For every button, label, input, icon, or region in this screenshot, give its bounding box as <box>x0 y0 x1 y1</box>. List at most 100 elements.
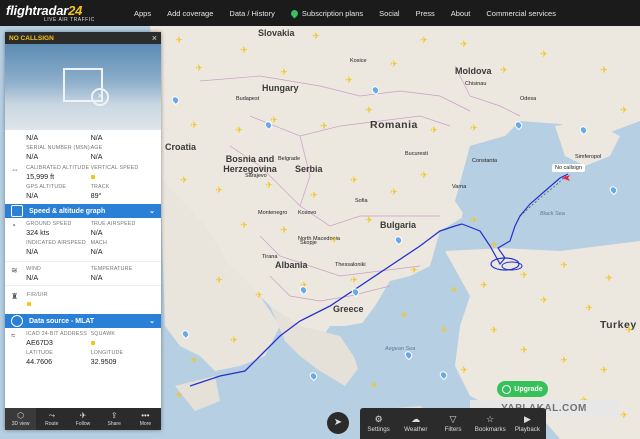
3d-view-button[interactable]: ⬡ 3D view <box>5 408 37 430</box>
nav-data-history[interactable]: Data / History <box>229 9 274 18</box>
aircraft-icon[interactable]: ✈ <box>320 122 328 131</box>
aircraft-icon[interactable]: ✈ <box>280 226 288 235</box>
share-button[interactable]: ⇪ Share <box>99 408 130 430</box>
nav-about[interactable]: About <box>451 9 471 18</box>
flightradar24-logo[interactable]: flightradar24 LIVE AIR TRAFFIC <box>6 4 106 23</box>
aircraft-icon[interactable]: ✈ <box>330 236 338 245</box>
aircraft-icon[interactable]: ✈ <box>490 241 498 250</box>
icao-address-value: AE67D3 <box>26 338 53 347</box>
filters-button[interactable]: ▽ Filters <box>434 408 471 439</box>
nav-apps[interactable]: Apps <box>134 9 151 18</box>
follow-button[interactable]: ✈ Follow <box>67 408 98 430</box>
icao-address-label: ICAO 24-BIT ADDRESS <box>26 331 87 337</box>
aircraft-icon[interactable]: ✈ <box>500 66 508 75</box>
aircraft-icon[interactable]: ✈ <box>280 68 288 77</box>
map-label-city: Belgrade <box>278 156 301 162</box>
aircraft-icon[interactable]: ✈ <box>420 36 428 45</box>
route-icon: ⤳ <box>48 411 55 420</box>
aircraft-photo-placeholder[interactable]: × <box>5 44 161 130</box>
track-value: 89° <box>90 191 102 200</box>
aircraft-icon[interactable]: ✈ <box>240 221 248 230</box>
wind-icon: ≋ <box>11 266 18 275</box>
aircraft-icon[interactable]: ✈ <box>620 411 628 420</box>
aircraft-icon[interactable]: ✈ <box>420 171 428 180</box>
aircraft-icon[interactable]: ✈ <box>240 46 248 55</box>
aircraft-icon[interactable]: ✈ <box>175 391 183 400</box>
longitude-value: 32.9509 <box>90 357 117 366</box>
aircraft-icon[interactable]: ✈ <box>585 304 593 313</box>
aircraft-icon[interactable]: ✈ <box>215 276 223 285</box>
aircraft-icon[interactable]: ✈ <box>605 274 613 283</box>
route-button[interactable]: ⤳ Route <box>36 408 67 430</box>
aircraft-icon[interactable]: ✈ <box>345 76 353 85</box>
aircraft-icon[interactable]: ✈ <box>190 356 198 365</box>
aircraft-icon[interactable]: ✈ <box>460 40 468 49</box>
aircraft-icon[interactable]: ✈ <box>390 60 398 69</box>
nav-press[interactable]: Press <box>416 9 435 18</box>
lock-icon <box>27 302 31 306</box>
aircraft-icon[interactable]: ✈ <box>215 186 223 195</box>
aircraft-icon[interactable]: ✈ <box>450 286 458 295</box>
nav-social[interactable]: Social <box>379 9 399 18</box>
aircraft-icon[interactable]: ✈ <box>600 66 608 75</box>
nav-add-coverage[interactable]: Add coverage <box>167 9 213 18</box>
true-airspeed-label: TRUE AIRSPEED <box>90 221 136 227</box>
aircraft-icon[interactable]: ✈ <box>540 50 548 59</box>
aircraft-icon[interactable]: ✈ <box>312 32 320 41</box>
aircraft-icon[interactable]: ✈ <box>370 381 378 390</box>
map-label-city: Tirana <box>262 254 278 260</box>
aircraft-icon[interactable]: ✈ <box>520 271 528 280</box>
aircraft-icon[interactable]: ✈ <box>540 296 548 305</box>
aircraft-icon[interactable]: ✈ <box>490 326 498 335</box>
filter-icon: ▽ <box>449 414 457 424</box>
aircraft-icon[interactable]: ✈ <box>480 281 488 290</box>
map-label-city: Budapest <box>236 96 260 102</box>
aircraft-icon[interactable]: ✈ <box>410 266 418 275</box>
aircraft-icon[interactable]: ✈ <box>350 276 358 285</box>
aircraft-icon[interactable]: ✈ <box>620 106 628 115</box>
aircraft-icon[interactable]: ✈ <box>365 106 373 115</box>
settings-button[interactable]: ⚙ Settings <box>360 408 397 439</box>
aircraft-icon[interactable]: ✈ <box>470 216 478 225</box>
aircraft-icon[interactable]: ✈ <box>460 366 468 375</box>
close-icon[interactable]: × <box>152 33 157 43</box>
aircraft-icon[interactable]: ✈ <box>190 121 198 130</box>
map-label-city: Varna <box>452 184 467 190</box>
aircraft-icon[interactable]: ✈ <box>265 181 273 190</box>
aircraft-icon[interactable]: ✈ <box>350 176 358 185</box>
aircraft-icon[interactable]: ✈ <box>175 36 183 45</box>
bookmarks-button[interactable]: ☆ Bookmarks <box>472 408 509 439</box>
aircraft-callsign-tag[interactable]: No callsign <box>552 164 585 172</box>
aircraft-icon[interactable]: ✈ <box>560 261 568 270</box>
data-source-toggle[interactable]: Data source - MLAT ⌄ <box>5 314 161 328</box>
aircraft-icon[interactable]: ✈ <box>230 336 238 345</box>
weather-button[interactable]: ☁ Weather <box>397 408 434 439</box>
data-source-icon <box>11 315 23 327</box>
map-label-country: Kosovo <box>298 210 317 216</box>
aircraft-icon[interactable]: ✈ <box>235 126 243 135</box>
aircraft-icon[interactable]: ✈ <box>310 191 318 200</box>
aircraft-icon[interactable]: ✈ <box>560 356 568 365</box>
aircraft-icon[interactable]: ✈ <box>430 126 438 135</box>
navigate-location-icon[interactable]: ➤ <box>327 412 349 434</box>
aircraft-icon[interactable]: ✈ <box>520 346 528 355</box>
aircraft-icon[interactable]: ✈ <box>365 216 373 225</box>
playback-button[interactable]: ▶ Playback <box>509 408 546 439</box>
more-button[interactable]: ••• More <box>130 408 161 430</box>
more-icon: ••• <box>141 411 150 420</box>
aircraft-icon[interactable]: ✈ <box>625 326 633 335</box>
nav-subscription-plans[interactable]: Subscription plans <box>289 8 363 18</box>
aircraft-icon[interactable]: ✈ <box>600 366 608 375</box>
aircraft-icon[interactable]: ✈ <box>195 64 203 73</box>
speed-altitude-graph-toggle[interactable]: Speed & altitude graph ⌄ <box>5 204 161 218</box>
aircraft-icon[interactable]: ✈ <box>470 124 478 133</box>
aircraft-icon[interactable]: ✈ <box>390 188 398 197</box>
aircraft-icon[interactable]: ✈ <box>400 311 408 320</box>
aircraft-icon[interactable]: ✈ <box>440 326 448 335</box>
aircraft-icon[interactable]: ✈ <box>180 176 188 185</box>
location-pin-icon <box>289 8 300 18</box>
aircraft-icon[interactable]: ✈ <box>255 291 263 300</box>
nav-commercial-services[interactable]: Commercial services <box>486 9 556 18</box>
transponder-icon: ≈ <box>11 331 16 340</box>
upgrade-button[interactable]: Upgrade <box>497 381 548 397</box>
